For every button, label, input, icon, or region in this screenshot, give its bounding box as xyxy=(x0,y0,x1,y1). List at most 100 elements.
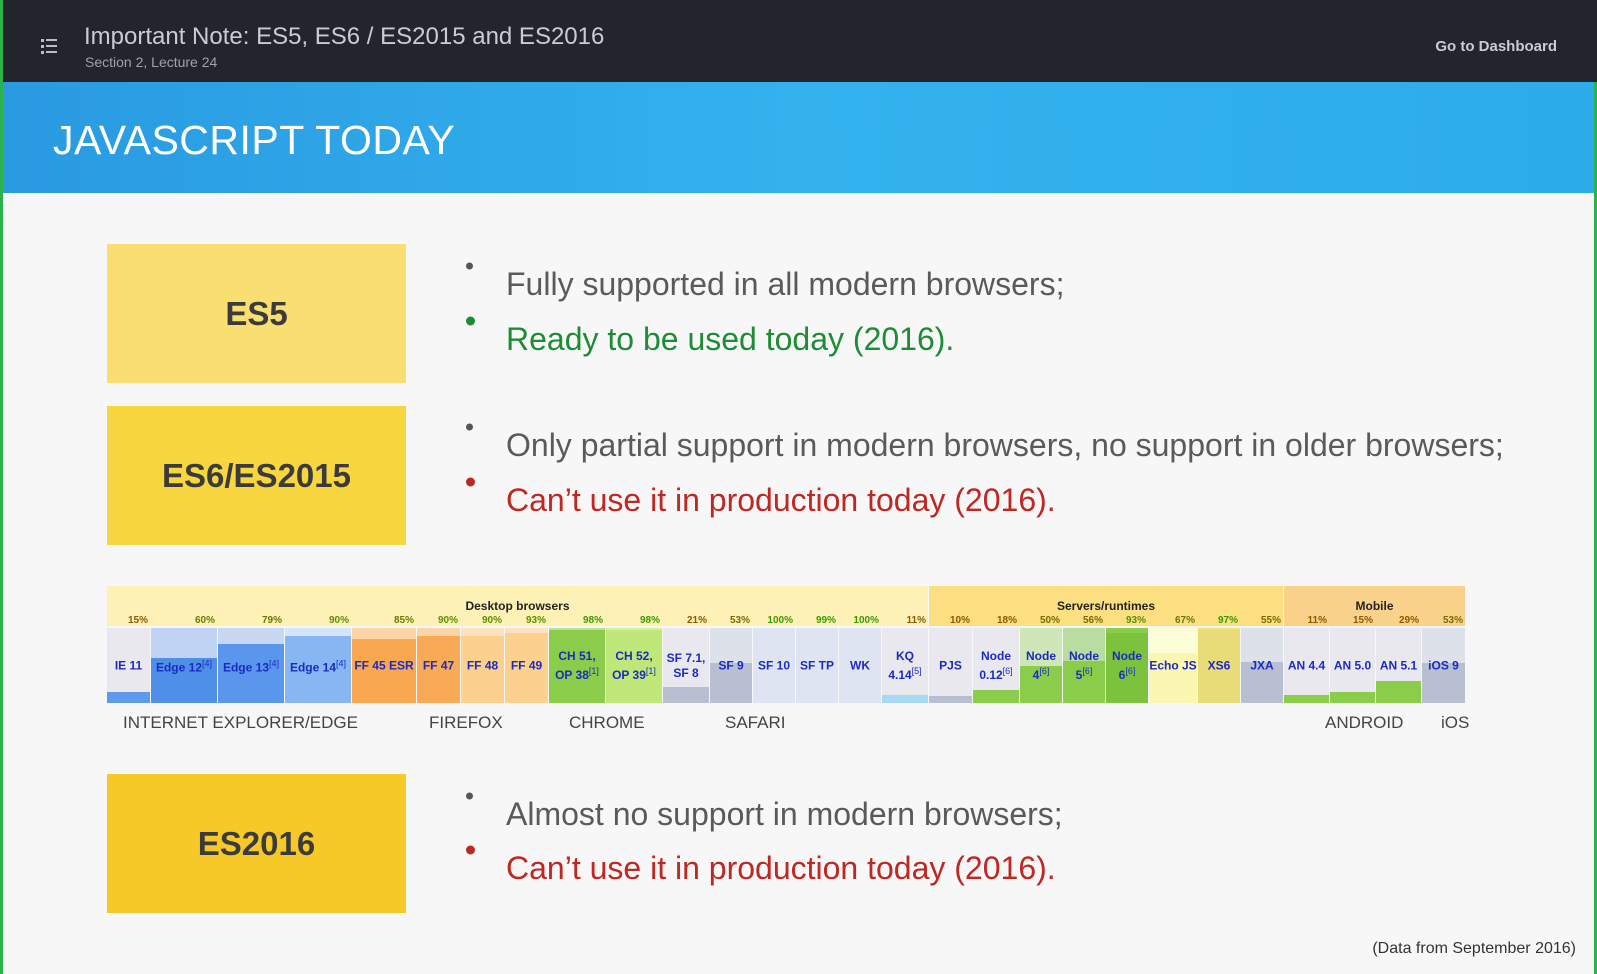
support-percent: 50% xyxy=(1039,615,1060,626)
support-percent: 85% xyxy=(393,615,414,626)
support-percent: 100% xyxy=(767,615,793,626)
support-percent: 11% xyxy=(906,615,926,626)
support-percent: 98% xyxy=(582,615,603,626)
support-percent: 53% xyxy=(1442,615,1463,626)
footnote-ref: [4] xyxy=(202,658,213,668)
support-fill-bar xyxy=(1330,691,1375,703)
browser-name: CH 52, OP 39[1] xyxy=(612,648,656,682)
es5-box: ES5 xyxy=(107,244,406,383)
support-percent: 56% xyxy=(1082,615,1103,626)
browser-name: XS6 xyxy=(1207,658,1231,672)
browser-cell[interactable]: IE 11 xyxy=(107,628,150,703)
lecture-subtitle: Section 2, Lecture 24 xyxy=(85,54,218,70)
es6-box: ES6/ES2015 xyxy=(107,406,406,545)
browser-cell[interactable]: XS6 xyxy=(1198,628,1240,703)
group-label: Mobile xyxy=(1355,599,1394,613)
footnote-ref: [5] xyxy=(911,665,922,676)
browser-cell[interactable]: Node 6[6] xyxy=(1106,628,1148,703)
support-percent: 15% xyxy=(127,615,148,626)
vendor-label: CHROME xyxy=(569,713,645,732)
browser-name: Node 0.12[6] xyxy=(979,648,1013,682)
browser-cell[interactable]: SF TP xyxy=(796,628,838,703)
support-percent: 60% xyxy=(194,615,215,626)
browser-name: Node 6[6] xyxy=(1112,648,1142,682)
slide-banner: JAVASCRIPT TODAY xyxy=(3,82,1594,193)
support-percent: 90% xyxy=(481,615,502,626)
browser-name: Edge 13[4] xyxy=(222,658,280,674)
browser-name: SF 10 xyxy=(757,658,790,672)
footnote-ref: [4] xyxy=(269,658,280,668)
browser-cell[interactable]: Edge 13[4] xyxy=(218,628,284,703)
support-percent: 67% xyxy=(1174,615,1195,626)
browser-cell[interactable]: Edge 12[4] xyxy=(151,628,217,703)
browser-cell[interactable]: CH 51, OP 38[1] xyxy=(549,628,605,703)
browser-cell[interactable]: Node 4[6] xyxy=(1020,628,1062,703)
browser-cell[interactable]: Node 0.12[6] xyxy=(973,628,1019,703)
group-label: Desktop browsers xyxy=(465,599,570,613)
compat-table: Desktop browsers Servers/runtimes Mobile 15… xyxy=(107,586,1502,746)
lecture-title: Important Note: ES5, ES6 / ES2015 and ES… xyxy=(84,23,605,50)
browser-cell[interactable]: AN 5.1 xyxy=(1376,628,1421,703)
browser-cell[interactable]: FF 49 xyxy=(505,628,548,703)
browser-cell[interactable]: JXA xyxy=(1241,628,1283,703)
support-percent: 90% xyxy=(328,615,349,626)
support-fill-bar xyxy=(663,687,709,703)
browser-cell[interactable]: WK xyxy=(839,628,881,703)
browser-cell[interactable]: FF 48 xyxy=(461,628,504,703)
support-percent: 93% xyxy=(1125,615,1146,626)
support-percent: 11% xyxy=(1307,615,1327,626)
support-fill-bar xyxy=(973,689,1019,703)
footnote-ref: [1] xyxy=(645,665,656,676)
browser-name: AN 5.0 xyxy=(1333,658,1372,672)
browser-cell[interactable]: iOS 9 xyxy=(1422,628,1465,703)
footnote-ref: [6] xyxy=(1002,665,1013,676)
footnote-ref: [6] xyxy=(1125,665,1136,676)
go-to-dashboard-link[interactable]: Go to Dashboard xyxy=(1435,38,1557,55)
browser-name: AN 5.1 xyxy=(1379,658,1418,672)
support-fill-bar xyxy=(1376,681,1421,703)
support-fill-bar xyxy=(107,691,150,703)
slide-title: JAVASCRIPT TODAY xyxy=(53,117,456,163)
browser-name: Edge 12[4] xyxy=(155,658,213,674)
top-bar: Important Note: ES5, ES6 / ES2015 and ES… xyxy=(0,0,1597,82)
browser-cell[interactable]: PJS xyxy=(929,628,972,703)
list-icon[interactable] xyxy=(41,38,59,56)
es2016-label: ES2016 xyxy=(197,824,316,862)
support-percent: 97% xyxy=(1217,615,1238,626)
browser-name: Echo JS xyxy=(1149,658,1197,672)
group-label: Servers/runtimes xyxy=(1056,599,1156,613)
browser-cell[interactable]: Node 5[6] xyxy=(1063,628,1105,703)
browser-name: FF 47 xyxy=(422,658,455,672)
support-percent: 15% xyxy=(1352,615,1373,626)
support-percent: 10% xyxy=(949,615,970,626)
browser-cell[interactable]: SF 7.1, SF 8 xyxy=(663,628,709,703)
browser-name: SF TP xyxy=(799,658,834,672)
support-percent: 29% xyxy=(1398,615,1419,626)
browser-cell[interactable]: KQ 4.14[5] xyxy=(882,628,928,703)
footnote-ref: [6] xyxy=(1082,665,1093,676)
support-percent: 99% xyxy=(815,615,836,626)
support-percent: 90% xyxy=(437,615,458,626)
es5-label: ES5 xyxy=(225,294,288,332)
support-percent: 18% xyxy=(996,615,1017,626)
browser-cell[interactable]: AN 4.4 xyxy=(1284,628,1329,703)
browser-name: KQ 4.14[5] xyxy=(888,648,922,682)
browser-cell[interactable]: SF 10 xyxy=(753,628,795,703)
browser-cell[interactable]: CH 52, OP 39[1] xyxy=(606,628,662,703)
footnote-ref: [4] xyxy=(336,658,347,668)
support-fill-bar xyxy=(929,695,972,703)
browser-cell[interactable]: Echo JS xyxy=(1149,628,1197,703)
browser-cell[interactable]: Edge 14[4] xyxy=(285,628,351,703)
browser-cell[interactable]: FF 47 xyxy=(417,628,460,703)
data-footnote: (Data from September 2016) xyxy=(1372,940,1576,957)
browser-name: SF 7.1, SF 8 xyxy=(666,650,706,680)
browser-cell[interactable]: FF 45 ESR xyxy=(352,628,416,703)
browser-name: IE 11 xyxy=(114,658,143,672)
vendor-label: FIREFOX xyxy=(429,713,503,732)
browser-name: FF 45 ESR xyxy=(354,658,414,672)
support-percent: 55% xyxy=(1260,615,1281,626)
support-percent: 53% xyxy=(729,615,750,626)
browser-cell[interactable]: SF 9 xyxy=(710,628,752,703)
browser-cell[interactable]: AN 5.0 xyxy=(1330,628,1375,703)
browser-name: iOS 9 xyxy=(1428,658,1459,672)
